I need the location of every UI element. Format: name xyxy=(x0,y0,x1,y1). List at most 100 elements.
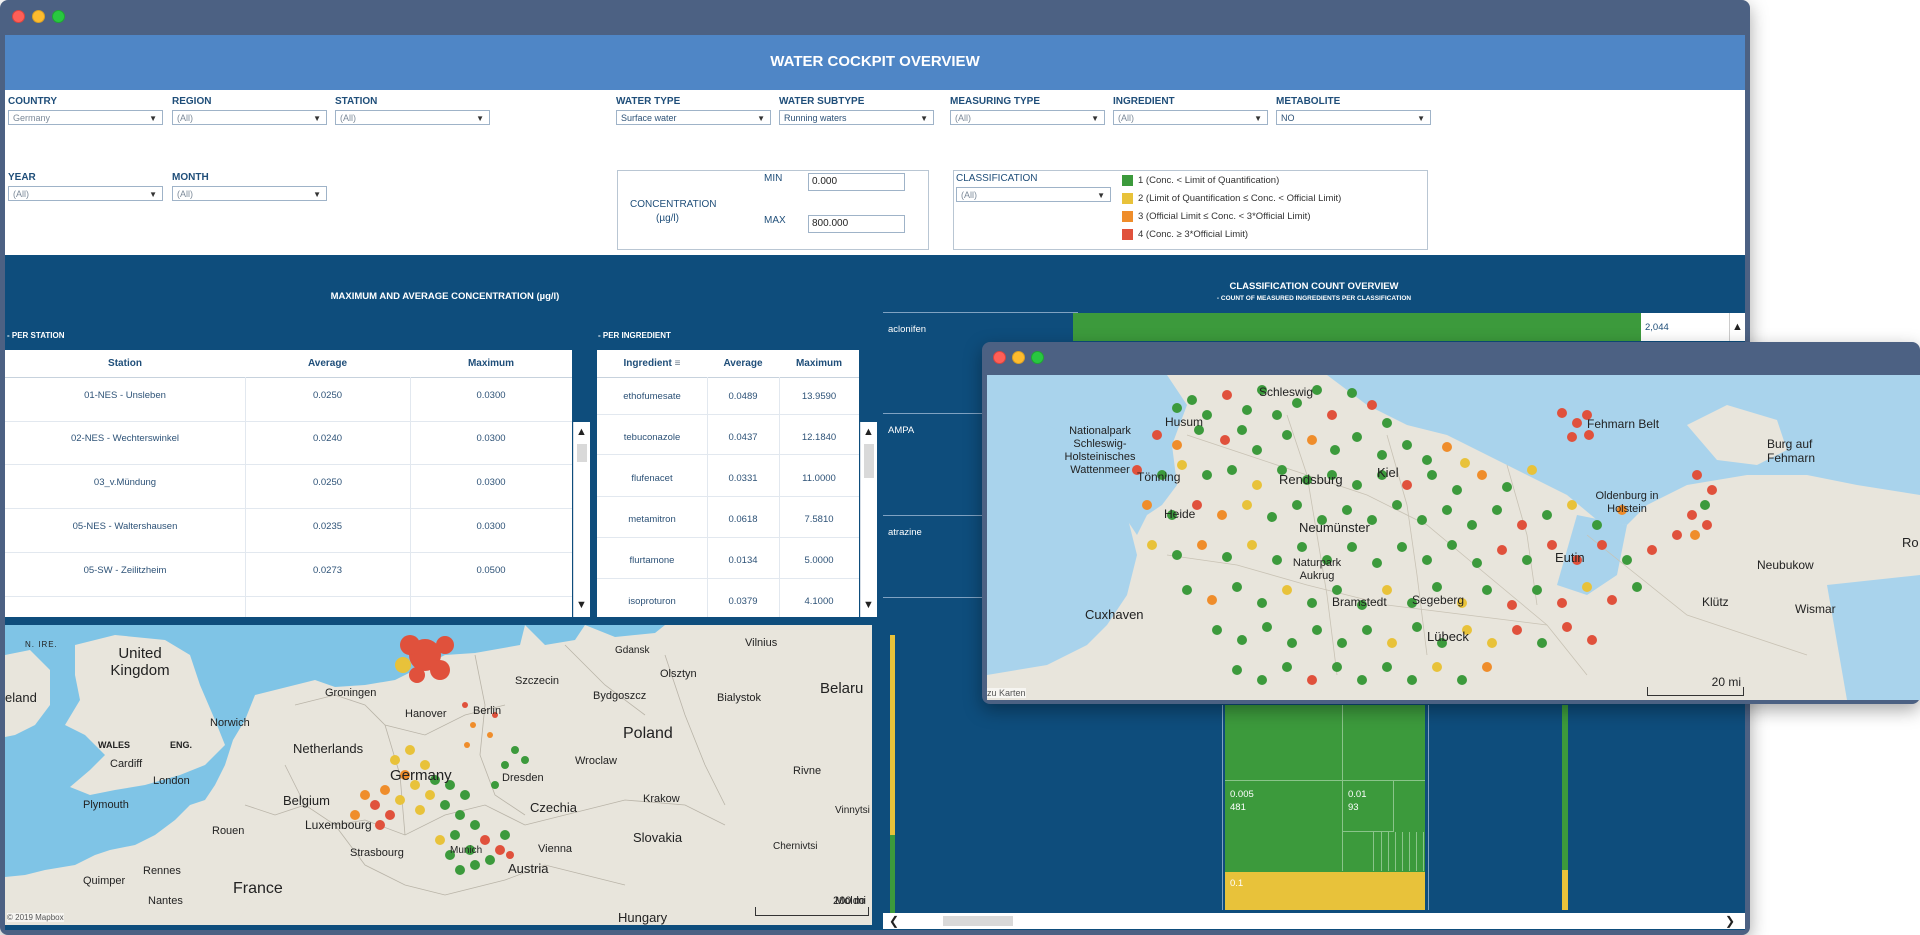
per-ingredient-label: - PER INGREDIENT xyxy=(598,331,671,340)
treemap-cell-value: 0.01 xyxy=(1348,789,1367,800)
filters-panel: COUNTRY Germany ▼ REGION (All) ▼ STATION (… xyxy=(5,90,1745,255)
map-label: Burg auf Fehmarn xyxy=(1767,437,1816,465)
year-select[interactable]: (All) ▼ xyxy=(8,186,163,201)
scroll-thumb[interactable] xyxy=(577,444,587,462)
map-label: London xyxy=(153,775,190,787)
map-scale-label: 20 mi xyxy=(1711,675,1741,689)
ingredient-col-header[interactable]: Ingredient ≡ xyxy=(597,358,707,369)
region-select[interactable]: (All) ▼ xyxy=(172,110,327,125)
map-label: Hanover xyxy=(405,708,447,720)
ingredient-table-scrollbar[interactable]: ▲ ▼ xyxy=(860,422,877,617)
chevron-up-icon[interactable]: ▲ xyxy=(576,426,587,438)
map-label: Rennes xyxy=(143,865,181,877)
measuring-type-select[interactable]: (All) ▼ xyxy=(950,110,1105,125)
table-cell: 05-NES - Waltershausen xyxy=(72,521,178,532)
map-label: Germany xyxy=(390,767,452,784)
map-label: N. IRE. xyxy=(25,640,58,649)
map-label: Plymouth xyxy=(83,799,129,811)
sort-icon[interactable]: ≡ xyxy=(675,358,681,369)
table-cell: 03_v.Mündung xyxy=(93,477,157,488)
chevron-up-icon[interactable]: ▲ xyxy=(863,426,874,438)
station-table: Station Average Maximum 01-NES - Unslebe… xyxy=(5,350,572,617)
minimize-window-button[interactable] xyxy=(1012,351,1025,364)
station-select[interactable]: (All) ▼ xyxy=(335,110,490,125)
map-label: Bialystok xyxy=(717,692,762,704)
metabolite-value: NO xyxy=(1281,113,1295,123)
legend-item-3: 3 (Official Limit ≤ Conc. < 3*Official L… xyxy=(1138,211,1311,222)
treemap-cell[interactable]: 0.005 481 xyxy=(1225,781,1343,871)
treemap-cell[interactable]: 0.01 93 xyxy=(1343,781,1394,832)
classification-select[interactable]: (All) ▼ xyxy=(956,187,1111,202)
ingredient-maximum-col-header[interactable]: Maximum xyxy=(779,358,859,369)
maximize-window-button[interactable] xyxy=(1031,351,1044,364)
chevron-down-icon[interactable]: ▼ xyxy=(863,599,874,611)
close-window-button[interactable] xyxy=(12,10,25,23)
concentration-section-title: MAXIMUM AND AVERAGE CONCENTRATION (µg/l) xyxy=(330,291,560,302)
map-label: Chernivtsi xyxy=(773,841,818,852)
scroll-thumb[interactable] xyxy=(864,444,874,478)
europe-map[interactable]: United Kingdom N. IRE. eland WALES ENG. … xyxy=(5,625,872,925)
chevron-down-icon[interactable]: ▼ xyxy=(576,599,587,611)
treemap[interactable]: 0.005 481 0.01 93 0.1 xyxy=(1225,705,1425,910)
map-label: Husum xyxy=(1165,415,1204,429)
ingredient-average-col-header[interactable]: Average xyxy=(707,358,779,369)
map-label: Vilnius xyxy=(745,637,778,649)
map-label: Dresden xyxy=(502,772,544,784)
chevron-right-icon[interactable]: ❯ xyxy=(1725,914,1735,928)
table-cell: 0.0300 xyxy=(476,390,506,401)
chevron-down-icon: ▼ xyxy=(1254,114,1262,123)
metabolite-select[interactable]: NO ▼ xyxy=(1276,110,1431,125)
minimize-window-button[interactable] xyxy=(32,10,45,23)
concentration-label: CONCENTRATION xyxy=(630,199,717,210)
table-cell: 12.1840 xyxy=(801,432,837,443)
max-input[interactable]: 800.000 xyxy=(808,215,905,233)
map-label: Belgium xyxy=(283,793,330,808)
month-select[interactable]: (All) ▼ xyxy=(172,186,327,201)
min-label: MIN xyxy=(764,173,783,184)
scroll-thumb[interactable] xyxy=(943,916,1013,926)
horizontal-scrollbar[interactable]: ❮ ❯ xyxy=(883,913,1745,929)
region-label: REGION xyxy=(172,96,212,107)
maximize-window-button[interactable] xyxy=(52,10,65,23)
station-col-header[interactable]: Station xyxy=(5,358,245,369)
treemap-cell-count: 481 xyxy=(1230,802,1246,813)
map-label: Wroclaw xyxy=(575,755,617,767)
per-station-label: - PER STATION xyxy=(7,331,65,340)
table-cell: 0.0379 xyxy=(728,596,758,607)
station-maximum-col-header[interactable]: Maximum xyxy=(410,358,572,369)
zoom-map[interactable]: Husum Schleswig Nationalpark Schleswig- … xyxy=(987,375,1920,700)
classification-scrollbar-up[interactable]: ▲ xyxy=(1729,313,1745,341)
classification-row-label: aclonifen xyxy=(888,324,927,335)
table-cell: 13.9590 xyxy=(801,391,837,402)
page-title: WATER COCKPIT OVERVIEW xyxy=(770,53,980,70)
close-window-button[interactable] xyxy=(993,351,1006,364)
map-label: Nationalpark Schleswig- Holsteinisches W… xyxy=(1064,425,1136,476)
water-type-select[interactable]: Surface water ▼ xyxy=(616,110,771,125)
map-label: Bydgoszcz xyxy=(593,690,647,702)
map-label: WALES xyxy=(98,740,131,750)
country-select[interactable]: Germany ▼ xyxy=(8,110,163,125)
map-label: Gdansk xyxy=(615,645,650,656)
treemap-cell-value: 0.005 xyxy=(1230,789,1254,800)
map-label: Kiel xyxy=(1377,465,1399,480)
map-label: Hungary xyxy=(618,910,668,925)
ingredient-label: INGREDIENT xyxy=(1113,96,1175,107)
legend-item-4: 4 (Conc. ≥ 3*Official Limit) xyxy=(1138,229,1249,240)
map-scale-bar: 20 mi xyxy=(1647,675,1744,696)
map-label: France xyxy=(233,880,283,897)
classification-bar-green[interactable] xyxy=(1073,313,1641,341)
station-average-col-header[interactable]: Average xyxy=(245,358,410,369)
water-subtype-select[interactable]: Running waters ▼ xyxy=(779,110,934,125)
station-table-scrollbar[interactable]: ▲ ▼ xyxy=(573,422,590,617)
map-label: Rendsburg xyxy=(1279,472,1343,487)
table-cell: 0.0300 xyxy=(476,433,506,444)
map-label: Rouen xyxy=(212,825,245,837)
map-label: Naturpark Aukrug xyxy=(1292,557,1342,582)
ingredient-select[interactable]: (All) ▼ xyxy=(1113,110,1268,125)
chevron-left-icon[interactable]: ❮ xyxy=(889,914,899,928)
treemap-cell[interactable]: 0.1 xyxy=(1225,872,1425,910)
chevron-down-icon: ▼ xyxy=(1097,191,1105,200)
min-input[interactable]: 0.000 xyxy=(808,173,905,191)
legend-swatch-2 xyxy=(1122,193,1133,204)
table-cell: flurtamone xyxy=(629,555,675,566)
